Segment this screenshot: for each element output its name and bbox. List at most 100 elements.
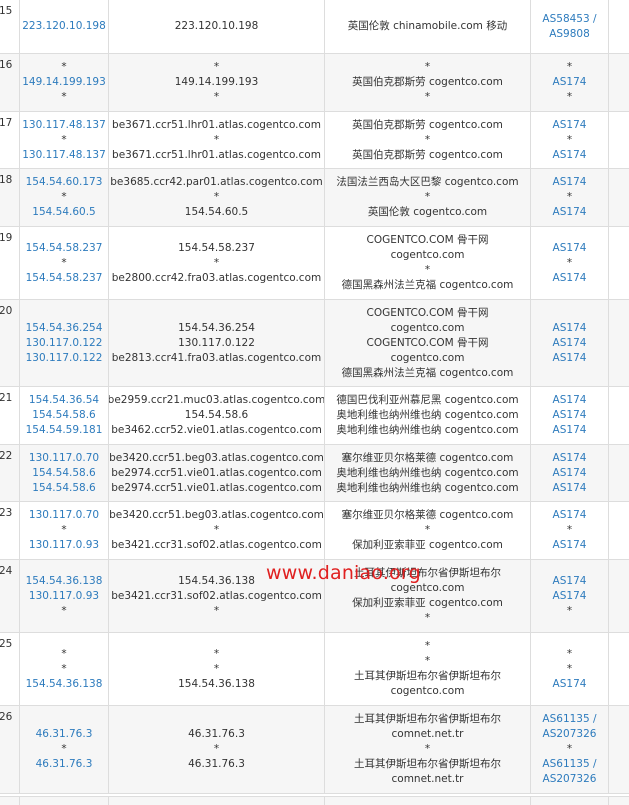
geo-cell-line: 英国伯克郡斯劳 cogentco.com bbox=[352, 76, 503, 88]
ip-cell-line[interactable]: 46.31.76.3 bbox=[36, 757, 93, 772]
asn-cell: AS174 AS174 AS174 bbox=[531, 445, 609, 501]
ip-cell-line[interactable]: 154.54.36.254 bbox=[26, 321, 103, 336]
geo-cell-line: 德国巴伐利亚州慕尼黑 cogentco.com bbox=[336, 394, 519, 406]
ip-cell-line[interactable]: 46.31.76.3 bbox=[36, 727, 93, 742]
asn-cell-line[interactable]: AS174 bbox=[553, 481, 587, 496]
asn-cell-line[interactable]: AS174 bbox=[553, 677, 587, 692]
asn-cell-line[interactable]: AS58453 / bbox=[542, 12, 596, 27]
ip-cell-line[interactable]: 154.54.58.237 bbox=[26, 241, 103, 256]
ip-cell: 154.54.36.138 130.117.0.93 * bbox=[20, 560, 109, 632]
asn-cell-line[interactable]: AS174 bbox=[553, 393, 587, 408]
hop-number-text: 24 bbox=[0, 565, 13, 577]
ip-cell-line[interactable]: 130.117.0.93 bbox=[29, 538, 99, 553]
ip-cell-line: * bbox=[61, 133, 67, 146]
asn-cell: AS61135 /AS207326 * AS61135 /AS207326 bbox=[531, 706, 609, 793]
asn-cell-line[interactable]: AS174 bbox=[553, 321, 587, 336]
asn-cell-line[interactable]: AS174 bbox=[553, 508, 587, 523]
geo-cell-line: comnet.net.tr bbox=[391, 773, 464, 785]
ip-cell-line: * bbox=[61, 91, 67, 103]
asn-cell-line[interactable]: AS174 bbox=[553, 118, 587, 133]
ip-cell-line[interactable]: 130.117.0.122 bbox=[26, 336, 103, 351]
asn-cell-line[interactable]: AS174 bbox=[553, 148, 587, 163]
asn-cell-line[interactable]: AS174 bbox=[553, 351, 587, 366]
asn-cell: AS174 * AS174 bbox=[531, 227, 609, 299]
ip-cell-line[interactable]: 130.117.0.70 bbox=[29, 451, 99, 466]
hostname-cell-line: 154.54.36.254 bbox=[178, 321, 255, 334]
hostname-cell-line: * bbox=[213, 662, 220, 675]
ip-cell-line: * bbox=[61, 604, 67, 617]
geo-cell-line: COGENTCO.COM 骨干网 bbox=[366, 306, 489, 319]
asn-cell-line[interactable]: AS174 bbox=[553, 336, 587, 351]
asn-cell-line[interactable]: AS174 bbox=[553, 408, 587, 423]
hostname-cell-line: 154.54.60.5 bbox=[184, 206, 249, 218]
hostname-cell-line: 46.31.76.3 bbox=[188, 758, 245, 770]
hop-number: 26 bbox=[0, 706, 20, 793]
hop-number-text: 21 bbox=[0, 392, 13, 404]
geo-cell-line: 土耳其伊斯坦布尔省伊斯坦布尔 bbox=[354, 713, 501, 725]
asn-cell-line[interactable]: AS174 bbox=[553, 451, 587, 466]
asn-cell-line[interactable]: AS207326 bbox=[543, 727, 597, 742]
ip-cell-line[interactable]: 154.54.60.173 bbox=[26, 175, 103, 190]
asn-cell-line[interactable]: AS61135 / bbox=[542, 757, 596, 772]
geo-cell-line: 土耳其伊斯坦布尔省伊斯坦布尔 bbox=[354, 567, 501, 579]
ip-cell-line[interactable]: 130.117.48.137 bbox=[22, 118, 106, 133]
ip-cell-line[interactable]: 149.14.199.193 bbox=[22, 75, 106, 90]
asn-cell-line[interactable]: AS174 bbox=[553, 205, 587, 220]
ip-cell-line[interactable]: 130.117.0.93 bbox=[29, 589, 99, 604]
ip-cell-line: * bbox=[61, 191, 67, 203]
ip-cell-line[interactable]: 154.54.36.138 bbox=[26, 677, 103, 692]
ip-cell-line: * bbox=[61, 256, 67, 269]
asn-cell-line[interactable]: AS174 bbox=[553, 175, 587, 190]
asn-cell: AS174 * AS174 bbox=[531, 502, 609, 559]
asn-cell-line[interactable]: AS174 bbox=[553, 574, 587, 589]
hostname-cell-line: 223.120.10.198 bbox=[174, 20, 259, 32]
ip-cell-line[interactable]: 154.54.58.6 bbox=[32, 481, 95, 496]
asn-cell-line: * bbox=[566, 191, 573, 203]
table-row: 22 130.117.0.70 154.54.58.6 154.54.58.6 be34… bbox=[0, 445, 629, 502]
geo-cell-line: 土耳其伊斯坦布尔省伊斯坦布尔 bbox=[354, 758, 501, 770]
ip-cell: 154.54.60.173 * 154.54.60.5 bbox=[20, 169, 109, 226]
hop-number-text: 22 bbox=[0, 450, 13, 462]
asn-cell-line[interactable]: AS174 bbox=[553, 466, 587, 481]
hop-number: 15 bbox=[0, 0, 20, 53]
geo-cell-line: cogentco.com bbox=[390, 321, 465, 334]
ip-cell-line[interactable]: 154.54.59.181 bbox=[26, 423, 103, 438]
hop-number: 16 bbox=[0, 54, 20, 111]
ip-cell-line[interactable]: 130.117.48.137 bbox=[22, 148, 106, 163]
hostname-cell: 223.120.10.198 bbox=[109, 0, 325, 53]
asn-cell: AS174 AS174 AS174 bbox=[531, 387, 609, 444]
asn-cell-line[interactable]: AS174 bbox=[553, 241, 587, 256]
asn-cell: AS58453 /AS9808 bbox=[531, 0, 609, 53]
hostname-cell-line: be3685.ccr42.par01.atlas.cogentco.com bbox=[110, 176, 323, 188]
hostname-cell-line: 154.54.36.138 bbox=[178, 677, 255, 690]
asn-cell-line[interactable]: AS174 bbox=[553, 423, 587, 438]
ip-cell-line[interactable]: 154.54.58.6 bbox=[32, 408, 95, 423]
ip-cell-line[interactable]: 154.54.58.237 bbox=[26, 271, 103, 286]
asn-cell-line[interactable]: AS174 bbox=[553, 75, 587, 90]
hostname-cell: 46.31.76.3 * 46.31.76.3 bbox=[109, 706, 325, 793]
asn-cell-line: * bbox=[566, 604, 573, 617]
asn-cell-line[interactable]: AS174 bbox=[553, 538, 587, 553]
table-row: 20 154.54.36.254 130.117.0.122 130.117.0.12… bbox=[0, 300, 629, 387]
ip-cell: 154.54.36.54 154.54.58.6 154.54.59.181 bbox=[20, 387, 109, 444]
ip-cell-line[interactable]: 223.120.10.198 bbox=[22, 19, 106, 34]
ip-cell-line[interactable]: 154.54.36.138 bbox=[26, 574, 103, 589]
traceroute-table: 15 223.120.10.198 223.120.10.198 英国伦敦 china… bbox=[0, 0, 629, 794]
ip-cell-line[interactable]: 154.54.36.54 bbox=[29, 393, 99, 408]
hostname-cell-line: 154.54.58.6 bbox=[184, 409, 249, 421]
asn-cell-line[interactable]: AS61135 / bbox=[542, 712, 596, 727]
ip-cell-line[interactable]: 130.117.0.122 bbox=[26, 351, 103, 366]
ip-cell-line[interactable]: 130.117.0.70 bbox=[29, 508, 99, 523]
table-row: 25 * * 154.54.36.138 * * 154.54.36.138 * * 土耳其伊斯坦… bbox=[0, 633, 629, 706]
table-row: 18 154.54.60.173 * 154.54.60.5 be3685.ccr42.… bbox=[0, 169, 629, 227]
ip-cell-line[interactable]: 154.54.58.6 bbox=[32, 466, 95, 481]
ip-cell-line[interactable]: 154.54.60.5 bbox=[32, 205, 95, 220]
asn-cell-line: * bbox=[566, 647, 573, 660]
asn-cell-line[interactable]: AS207326 bbox=[543, 772, 597, 787]
asn-cell: AS174 * AS174 bbox=[531, 112, 609, 168]
asn-cell-line[interactable]: AS174 bbox=[553, 271, 587, 286]
asn-cell: * AS174 * bbox=[531, 54, 609, 111]
table-row: 24 154.54.36.138 130.117.0.93 * 154.54.36.13… bbox=[0, 560, 629, 633]
asn-cell-line[interactable]: AS9808 bbox=[549, 27, 590, 42]
asn-cell-line[interactable]: AS174 bbox=[553, 589, 587, 604]
